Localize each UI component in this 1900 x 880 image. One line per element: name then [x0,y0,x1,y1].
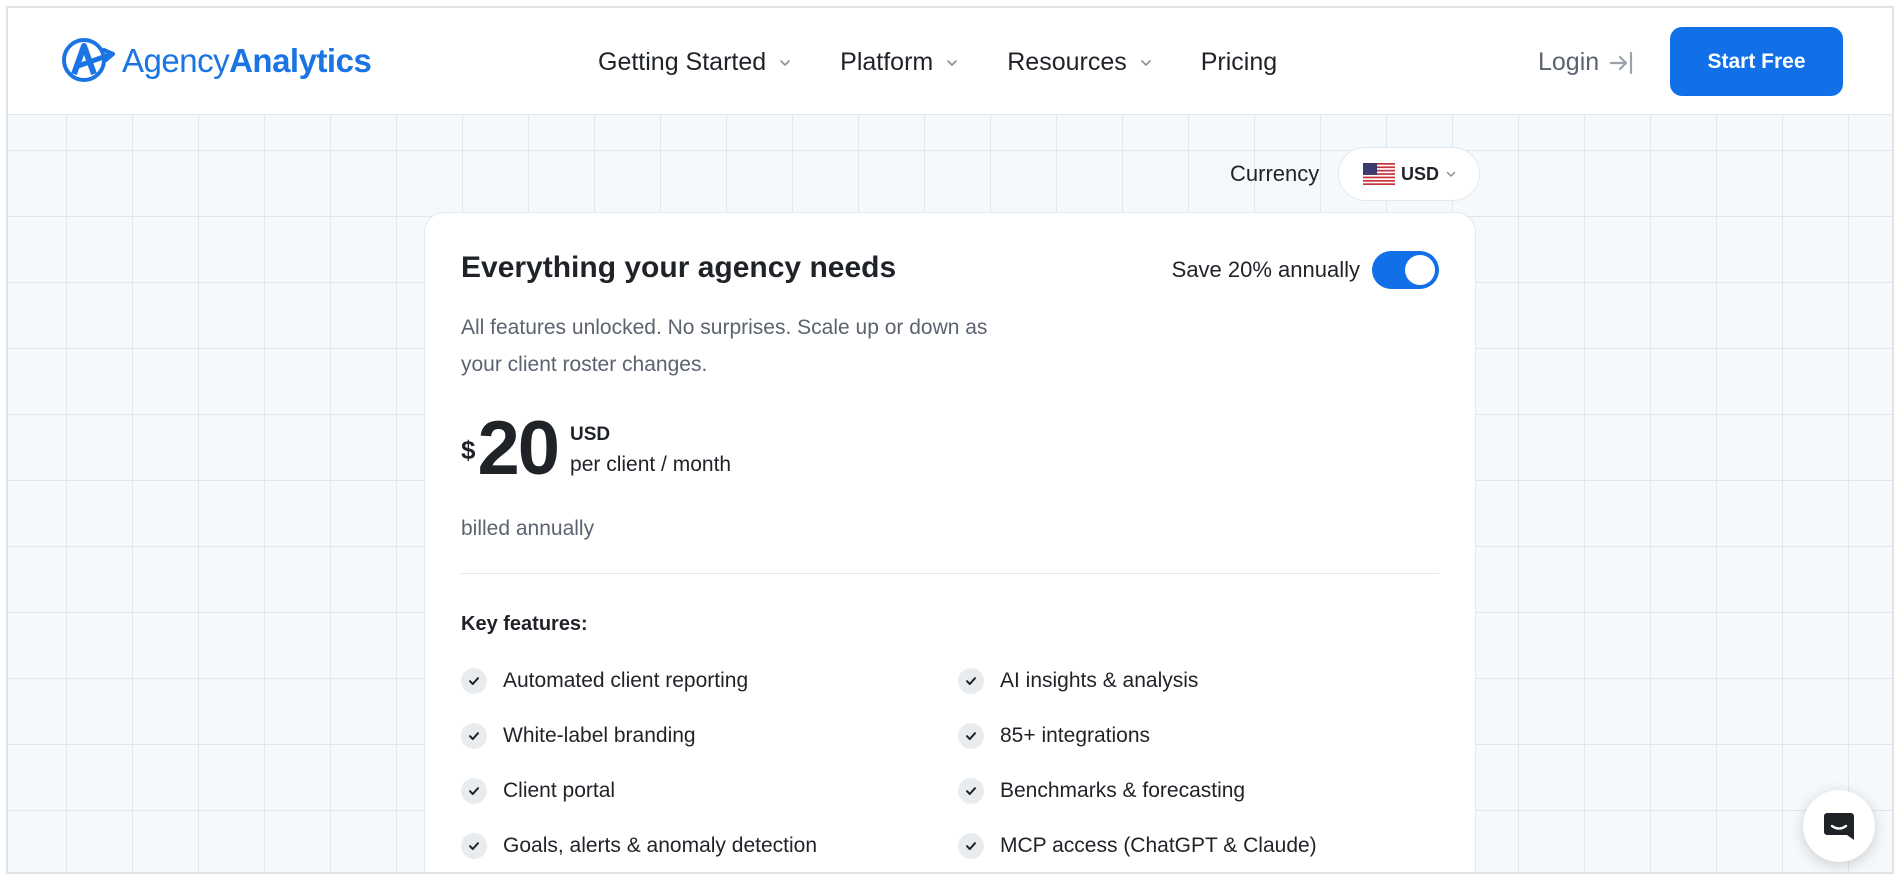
check-icon [958,722,984,749]
page-frame: AgencyAnalytics Getting Started Platform… [6,6,1894,874]
nav-platform-label: Platform [840,48,934,76]
feature-label: MCP access (ChatGPT & Claude) [1000,833,1317,857]
feature-item: 85+ integrations [958,708,1439,763]
site-header: AgencyAnalytics Getting Started Platform… [8,8,1892,115]
check-icon [958,777,984,804]
billing-note: billed annually [461,517,595,540]
nav-platform[interactable]: Platform [840,48,959,77]
chevron-down-icon [1140,59,1151,66]
nav-resources-label: Resources [1007,48,1127,76]
feature-item: MCP access (ChatGPT & Claude) [958,818,1439,872]
login-label: Login [1538,48,1600,76]
feature-label: AI insights & analysis [1000,668,1199,692]
plan-price: $ 20 USD per client / month [461,405,731,493]
logo-mark-icon [62,38,115,82]
nav-pricing-label: Pricing [1200,48,1278,76]
currency-symbol: $ [461,435,476,465]
check-icon [958,667,984,694]
price-unit: per client / month [570,453,732,476]
price-meta: USD per client / month [570,421,731,481]
toggle-knob [1405,255,1435,285]
feature-item: Benchmarks & forecasting [958,763,1439,818]
plan-title: Everything your agency needs [461,251,897,284]
currency-value: USD [1401,163,1440,184]
start-free-button[interactable]: Start Free [1670,27,1843,96]
check-icon [461,832,487,859]
pricing-card: Everything your agency needs Save 20% an… [424,212,1476,872]
feature-label: Benchmarks & forecasting [1000,778,1246,802]
feature-label: Automated client reporting [503,668,749,692]
chevron-down-icon [947,59,958,66]
price-currency-code: USD [570,424,611,445]
feature-label: Client portal [503,778,616,802]
nav-resources[interactable]: Resources [1007,48,1153,77]
feature-label: Goals, alerts & anomaly detection [503,833,817,857]
nav-pricing[interactable]: Pricing [1201,48,1277,77]
chat-icon [1824,813,1854,840]
feature-label: White-label branding [503,723,696,747]
chevron-down-icon [780,59,790,66]
nav-getting-started-label: Getting Started [598,48,767,76]
brand-logo[interactable]: AgencyAnalytics [60,36,372,86]
currency-select[interactable]: USD [1338,147,1480,201]
divider [461,573,1439,574]
main-nav: Getting Started Platform Resources Prici… [598,48,1277,77]
feature-item: Automated client reporting [461,653,958,708]
chevron-down-icon [1446,171,1456,177]
check-icon [958,832,984,859]
feature-item: White-label branding [461,708,958,763]
check-icon [461,667,487,694]
features-list: Automated client reporting AI insights &… [461,653,1439,872]
login-arrow-icon [1610,51,1633,74]
brand-name-light: Agency [122,42,230,79]
feature-item: Goals, alerts & anomaly detection [461,818,958,872]
us-flag-icon [1363,163,1395,185]
feature-item: Client portal [461,763,958,818]
save-annually-label: Save 20% annually [1171,257,1360,282]
brand-name-bold: Analytics [229,42,372,79]
chat-launcher-button[interactable] [1803,790,1875,862]
price-amount: 20 [477,406,560,491]
annual-billing-toggle[interactable] [1372,251,1439,289]
brand-name: AgencyAnalytics [122,42,372,80]
feature-item: AI insights & analysis [958,653,1439,708]
currency-label: Currency [1230,161,1320,186]
plan-description: All features unlocked. No surprises. Sca… [461,316,988,376]
features-title: Key features: [461,613,588,635]
check-icon [461,722,487,749]
check-icon [461,777,487,804]
feature-label: 85+ integrations [1000,723,1151,747]
annual-toggle-group: Save 20% annually [1172,251,1439,289]
nav-getting-started[interactable]: Getting Started [598,48,792,77]
login-link[interactable]: Login [1538,48,1637,77]
